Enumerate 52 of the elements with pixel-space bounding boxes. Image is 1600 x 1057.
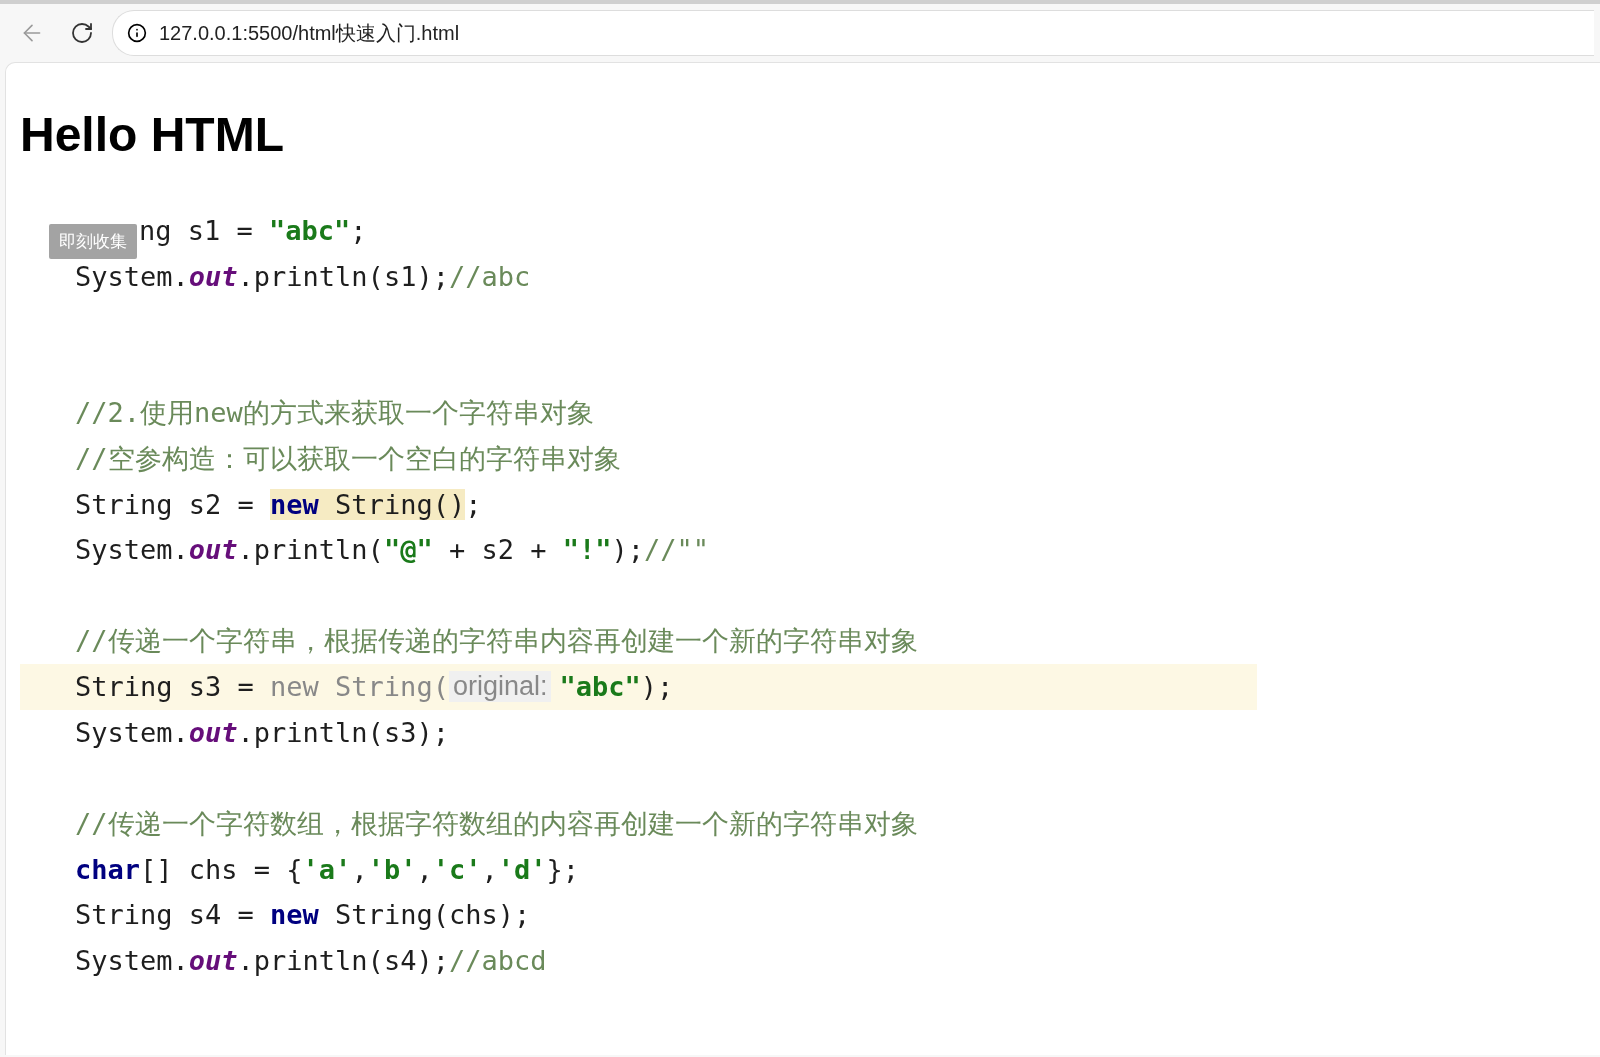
code-comment: //abc <box>448 260 531 292</box>
code-text: System. <box>75 534 189 566</box>
code-text: new String( <box>270 671 449 703</box>
code-keyword: new <box>270 488 319 520</box>
info-icon[interactable] <box>127 23 147 43</box>
code-text: System. <box>75 716 189 748</box>
code-comment: //2.使用new的方式来获取一个字符串对象 <box>75 396 594 431</box>
code-text: .println( <box>237 534 384 566</box>
code-text: ; <box>350 215 367 247</box>
code-text: .println(s4); <box>237 944 449 976</box>
code-keyword: char <box>75 853 141 885</box>
code-text: .println(s1); <box>237 260 449 292</box>
string-literal: "abc" <box>559 671 641 703</box>
page-heading: Hello HTML <box>20 107 285 162</box>
string-literal: "@" <box>383 534 433 566</box>
string-literal: 'c' <box>432 853 482 885</box>
string-literal: 'd' <box>497 853 547 885</box>
code-text: + s2 + <box>447 534 548 566</box>
reload-icon <box>70 21 94 45</box>
code-text: String(chs); <box>334 899 531 931</box>
code-comment: //传递一个字符串，根据传递的字符串内容再创建一个新的字符串对象 <box>75 624 918 659</box>
code-comment: //"" <box>644 534 710 566</box>
code-text: }; <box>546 853 580 885</box>
parameter-hint: original: <box>448 671 552 703</box>
string-literal: "!" <box>562 534 612 566</box>
code-field: out <box>188 716 238 748</box>
code-text: String() <box>318 488 466 520</box>
code-text: String s4 = <box>75 899 255 931</box>
code-field: out <box>188 534 238 566</box>
string-literal: 'a' <box>302 853 352 885</box>
code-text: System. <box>75 944 189 976</box>
code-field: out <box>188 260 238 292</box>
address-bar[interactable]: 127.0.0.1:5500/html快速入门.html <box>112 10 1594 56</box>
string-literal: "abc" <box>269 215 351 247</box>
code-keyword: new <box>270 899 319 931</box>
code-text: ); <box>611 534 644 566</box>
code-text: ng s1 = <box>139 215 254 247</box>
code-text: .println(s3); <box>237 716 449 748</box>
code-field: out <box>188 944 238 976</box>
code-text: String s2 = <box>75 488 255 520</box>
code-text: , <box>481 853 498 885</box>
code-text: ); <box>640 671 674 703</box>
code-text: , <box>416 853 433 885</box>
code-text: [] chs = { <box>140 853 303 885</box>
code-comment: //abcd <box>448 944 547 976</box>
code-comment: //空参构造：可以获取一个空白的字符串对象 <box>75 441 621 476</box>
string-literal: 'b' <box>367 853 417 885</box>
code-text: ; <box>465 488 482 520</box>
code-text: , <box>351 853 368 885</box>
code-text: System. <box>75 260 189 292</box>
code-comment: //传递一个字符数组，根据字符数组的内容再创建一个新的字符串对象 <box>75 806 918 841</box>
code-text: String s3 = <box>75 671 255 703</box>
